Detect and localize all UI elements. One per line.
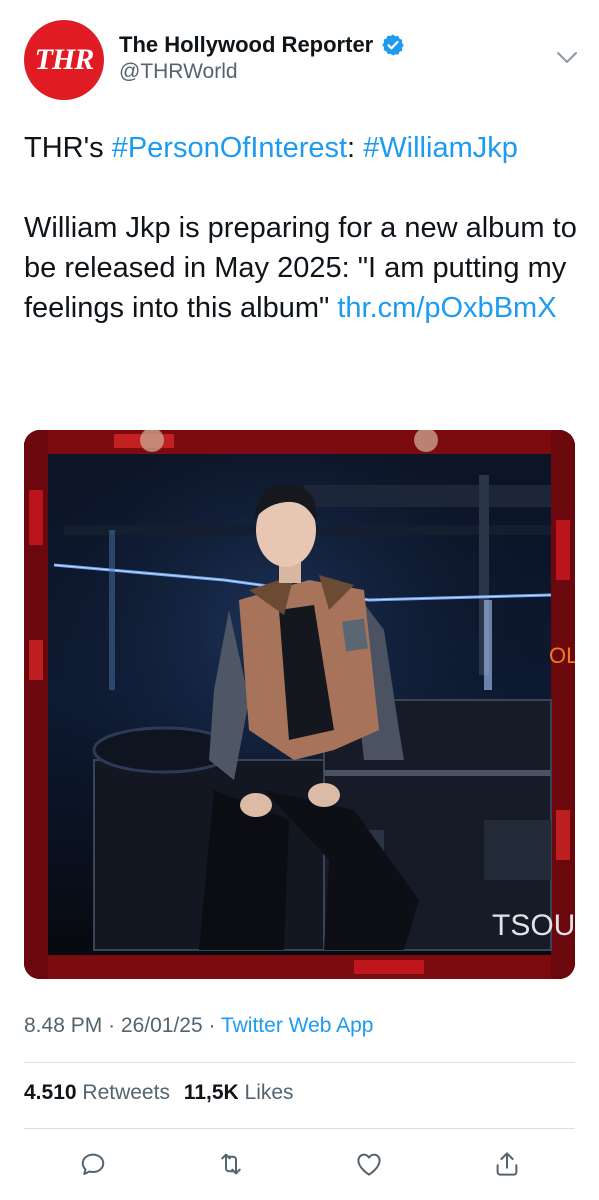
tweet-action-bar: [0, 1145, 599, 1185]
sign-text-tsou: TSOU: [492, 909, 575, 942]
share-icon[interactable]: [492, 1149, 522, 1179]
sign-text-ol: OL: [549, 643, 575, 668]
tweet-timestamp-row: 8.48 PM · 26/01/25 · Twitter Web App: [24, 1014, 374, 1038]
meta-separator-2: ·: [208, 1014, 216, 1037]
display-name[interactable]: The Hollywood Reporter: [119, 32, 373, 58]
like-icon[interactable]: [354, 1149, 384, 1179]
retweets-label[interactable]: Retweets: [82, 1081, 170, 1104]
meta-separator: ·: [108, 1014, 116, 1037]
likes-count[interactable]: 11,5K: [184, 1081, 239, 1104]
avatar[interactable]: THR: [24, 20, 104, 100]
article-link[interactable]: thr.cm/pOxbBmX: [337, 292, 556, 324]
tweet-date[interactable]: 26/01/25: [121, 1014, 203, 1037]
likes-label[interactable]: Likes: [245, 1081, 294, 1104]
tweet-stats: 4.510 Retweets 11,5K Likes: [24, 1081, 294, 1105]
verified-badge-icon: [382, 34, 405, 56]
headline-separator: :: [347, 132, 364, 164]
tweet-body: William Jkp is preparing for a new album…: [24, 208, 579, 328]
tweet-headline: THR's #PersonOfInterest: #WilliamJkp: [24, 128, 579, 168]
chevron-down-icon[interactable]: [556, 50, 578, 66]
divider: [24, 1062, 575, 1063]
tweet-time[interactable]: 8.48 PM: [24, 1014, 102, 1037]
headline-prefix: THR's: [24, 132, 112, 164]
divider: [24, 1128, 575, 1129]
tweet-photo[interactable]: TSOU OL: [24, 430, 575, 979]
tweet-header: THR The Hollywood Reporter @THRWorld: [24, 20, 584, 104]
avatar-logo-text: THR: [34, 43, 95, 76]
hashtag-william-jkp[interactable]: #WilliamJkp: [363, 132, 518, 164]
tweet-text: THR's #PersonOfInterest: #WilliamJkp Wil…: [24, 128, 579, 328]
retweets-count[interactable]: 4.510: [24, 1081, 77, 1104]
account-handle[interactable]: @THRWorld: [119, 60, 405, 84]
account-info[interactable]: The Hollywood Reporter @THRWorld: [119, 32, 405, 84]
hashtag-person-of-interest[interactable]: #PersonOfInterest: [112, 132, 347, 164]
tweet-source-app[interactable]: Twitter Web App: [221, 1014, 374, 1037]
reply-icon[interactable]: [78, 1149, 108, 1179]
retweet-icon[interactable]: [216, 1149, 246, 1179]
